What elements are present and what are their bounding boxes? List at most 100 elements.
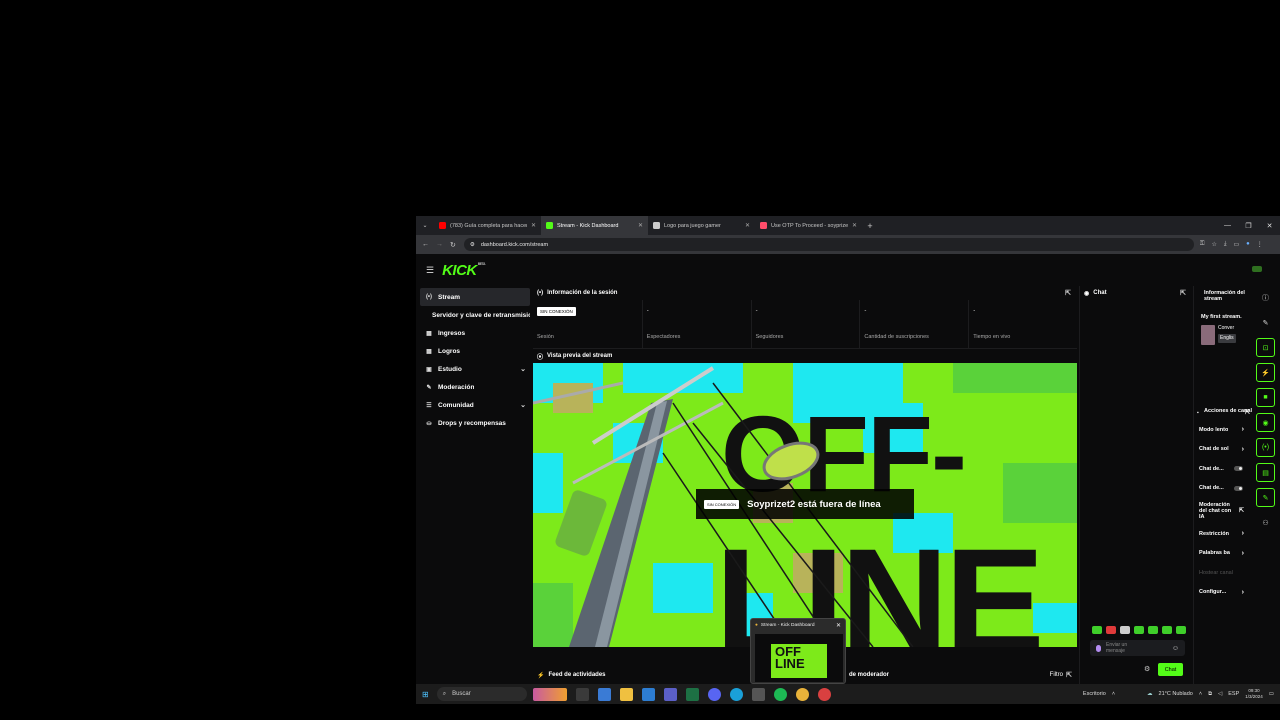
emote-icon[interactable]	[1134, 626, 1144, 634]
avatar[interactable]: ●	[1246, 241, 1250, 248]
filter-button[interactable]: Filtro	[1050, 672, 1063, 678]
chat-icon[interactable]: ◉	[1256, 413, 1275, 432]
reload-button[interactable]: ↻	[450, 241, 456, 249]
chat-settings-icon[interactable]: ⚙	[1144, 665, 1150, 673]
url-field[interactable]: ⚙ dashboard.kick.com/stream	[463, 238, 1194, 251]
channel-action[interactable]: Palabras ba ›	[1194, 544, 1252, 564]
emote-icon[interactable]	[1176, 626, 1186, 634]
taskbar-search[interactable]: ⌕ Buscar	[436, 687, 527, 701]
more-menu-icon[interactable]: ⋮	[1257, 241, 1263, 248]
sidebar-item-drops[interactable]: ⛀ Drops y recompensas	[420, 414, 530, 432]
user-avatar[interactable]	[1252, 266, 1262, 272]
tab-search-button[interactable]: ⌄	[416, 216, 434, 235]
close-tab-icon[interactable]: ✕	[745, 222, 750, 229]
weather[interactable]: 21°C Nublado	[1159, 691, 1193, 697]
send-chat-button[interactable]: Chat	[1158, 663, 1183, 676]
browser-tab[interactable]: Stream - Kick Dashboard ✕	[541, 216, 648, 235]
chrome-icon[interactable]	[795, 687, 809, 701]
language-indicator[interactable]: ESP	[1228, 691, 1239, 697]
clip-icon[interactable]: ⊡	[1256, 338, 1275, 357]
teams-icon[interactable]	[663, 687, 677, 701]
channel-action[interactable]: Modo lento ›	[1194, 420, 1252, 440]
chat-input[interactable]: Enviar un mensaje ☺	[1090, 640, 1185, 656]
volume-icon[interactable]: ◁	[1218, 691, 1222, 697]
stop-icon[interactable]: ■	[1256, 388, 1275, 407]
save-icon[interactable]: ▤	[1256, 463, 1275, 482]
download-icon[interactable]: ⤓	[1224, 241, 1227, 248]
widget-icon[interactable]	[532, 687, 567, 701]
desktop-label[interactable]: Escritorio	[1083, 691, 1106, 697]
copilot-icon[interactable]	[597, 687, 611, 701]
browser-tab[interactable]: (783) Guía completa para hacer ✕	[434, 216, 541, 235]
start-icon[interactable]: ⊞	[422, 690, 429, 699]
store-icon[interactable]	[641, 687, 655, 701]
browser-tab[interactable]: Use OTP To Proceed - soyprize ✕	[755, 216, 862, 235]
browser-tab[interactable]: Logo para juego gamer ✕	[648, 216, 755, 235]
popout-icon[interactable]: ⇱	[1245, 410, 1250, 416]
sidebar-item-stream[interactable]: (•) Stream	[420, 288, 530, 306]
close-tab-icon[interactable]: ✕	[852, 222, 857, 229]
chevron-down-icon[interactable]: ⌄	[520, 401, 526, 409]
hamburger-menu-icon[interactable]: ☰	[426, 265, 434, 276]
users-icon[interactable]: ⚇	[1256, 513, 1275, 532]
clock[interactable]: 09:30 1/3/2024	[1245, 688, 1263, 700]
channel-action[interactable]: Chat de sol ›	[1194, 440, 1252, 460]
sidebar-item-comunidad[interactable]: ☰ Comunidad ⌄	[420, 396, 530, 414]
emote-icon[interactable]	[1162, 626, 1172, 634]
close-icon[interactable]: ✕	[836, 622, 841, 629]
bolt-icon[interactable]: ⚡	[1256, 363, 1275, 382]
discord-icon[interactable]	[707, 687, 721, 701]
sidebar-item-servidor[interactable]: Servidor y clave de retransmisión	[420, 306, 530, 324]
sidebar-item-logros[interactable]: ▦ Logros	[420, 342, 530, 360]
emote-icon[interactable]	[1148, 626, 1158, 634]
desktop-chevron-icon[interactable]: ˄	[1112, 691, 1115, 697]
excel-icon[interactable]	[685, 687, 699, 701]
channel-action[interactable]: Restricción ›	[1194, 524, 1252, 544]
kick-logo[interactable]: KICKBETA	[442, 262, 485, 279]
popout-icon[interactable]: ⇱	[1066, 671, 1072, 679]
new-tab-button[interactable]: +	[862, 221, 878, 231]
toggle-switch[interactable]	[1234, 485, 1243, 491]
channel-action[interactable]: Moderación del chat con IA ⇱	[1194, 498, 1252, 524]
network-icon[interactable]: ⧉	[1208, 691, 1212, 698]
sidebar-item-ingresos[interactable]: ▦ Ingresos	[420, 324, 530, 342]
taskbar-preview-popup[interactable]: ● Stream - Kick Dashboard ✕ OFF LINE	[750, 618, 846, 684]
popout-icon[interactable]: ⇱	[1180, 289, 1186, 297]
popout-icon[interactable]: ⇱	[1065, 289, 1071, 297]
info-icon[interactable]: ⓘ	[1256, 288, 1275, 307]
channel-action[interactable]: Configur... ›	[1194, 583, 1252, 603]
wrench-icon[interactable]: ✎	[1256, 488, 1275, 507]
sidebar-item-moderación[interactable]: ✎ Moderación	[420, 378, 530, 396]
broadcast-icon[interactable]: (•)	[1256, 438, 1275, 457]
emote-icon[interactable]	[1120, 626, 1130, 634]
calculator-icon[interactable]	[751, 687, 765, 701]
emote-icon[interactable]	[1106, 626, 1116, 634]
edge-icon[interactable]	[729, 687, 743, 701]
maximize-button[interactable]: ❐	[1238, 216, 1259, 235]
task-view-icon[interactable]	[575, 687, 589, 701]
bookmark-star-icon[interactable]: ☆	[1211, 241, 1216, 248]
profile-icon[interactable]: ▭	[1234, 241, 1240, 248]
channel-action[interactable]: Chat de...	[1194, 459, 1252, 479]
channel-action[interactable]: Chat de...	[1194, 479, 1252, 499]
password-icon[interactable]: ⚿	[1200, 241, 1205, 248]
chrome-alt-icon[interactable]	[817, 687, 831, 701]
close-tab-icon[interactable]: ✕	[531, 222, 536, 229]
sidebar-item-estudio[interactable]: ▣ Estudio ⌄	[420, 360, 530, 378]
file-explorer-icon[interactable]	[619, 687, 633, 701]
close-window-button[interactable]: ✕	[1259, 216, 1280, 235]
back-button[interactable]: ←	[422, 241, 429, 249]
spotify-icon[interactable]	[773, 687, 787, 701]
forward-button[interactable]: →	[436, 241, 443, 249]
minimize-button[interactable]: —	[1217, 216, 1238, 235]
chevron-down-icon[interactable]: ⌄	[520, 365, 526, 373]
notifications-icon[interactable]: ▭	[1269, 691, 1274, 697]
emoji-icon[interactable]: ☺	[1172, 645, 1179, 652]
edit-icon[interactable]: ✎	[1256, 313, 1275, 332]
emote-icon[interactable]	[1092, 626, 1102, 634]
site-info-icon[interactable]: ⚙	[470, 242, 475, 248]
external-link-icon[interactable]: ⇱	[1239, 508, 1244, 514]
toggle-switch[interactable]	[1234, 466, 1243, 472]
tray-chevron-icon[interactable]: ˄	[1199, 691, 1202, 697]
close-tab-icon[interactable]: ✕	[638, 222, 643, 229]
